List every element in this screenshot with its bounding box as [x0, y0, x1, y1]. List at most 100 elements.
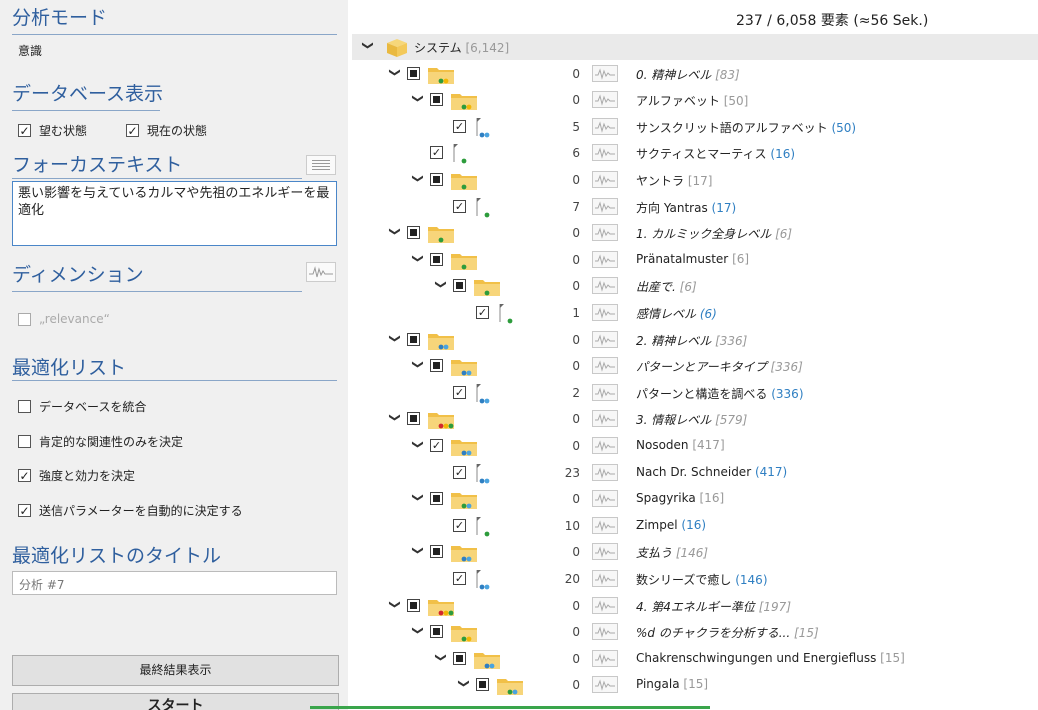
final-results-button[interactable]: 最終結果表示: [12, 655, 339, 686]
chevron-down-icon[interactable]: ❯: [412, 93, 425, 105]
waveform-icon[interactable]: [592, 623, 618, 641]
waveform-icon[interactable]: [592, 304, 618, 321]
tree-checkbox[interactable]: [430, 359, 443, 373]
tree-row[interactable]: ✓ 6 サクティスとマーティス (16): [352, 140, 1038, 166]
waveform-icon[interactable]: [592, 383, 618, 401]
waveform-icon[interactable]: [592, 649, 618, 667]
chevron-down-icon[interactable]: ❯: [412, 439, 425, 451]
tree-checkbox[interactable]: [430, 625, 443, 639]
waveform-icon[interactable]: [592, 516, 618, 534]
tree-checkbox[interactable]: [430, 545, 443, 559]
checkbox-relevance[interactable]: „relevance“: [18, 312, 110, 326]
checkbox-icon[interactable]: ✓: [18, 504, 31, 517]
tree-row[interactable]: ✓ 7 方向 Yantras (17): [352, 194, 1038, 220]
checkbox-positive-only[interactable]: 肯定的な関連性のみを決定: [18, 433, 183, 450]
tree-row[interactable]: ✓ 1 感情レベル (6): [352, 300, 1038, 326]
chevron-down-icon[interactable]: ❯: [458, 678, 471, 690]
chevron-down-icon[interactable]: ❯: [412, 173, 425, 185]
analysis-mode-value[interactable]: 意識: [18, 42, 42, 59]
chevron-down-icon[interactable]: ❯: [389, 66, 402, 78]
tree-row[interactable]: ✓ 5 サンスクリット語のアルファベット (50): [352, 114, 1038, 140]
waveform-icon[interactable]: [592, 437, 618, 454]
opt-list-name-input[interactable]: 分析 #7: [12, 571, 337, 595]
tree-checkbox[interactable]: [430, 93, 443, 107]
waveform-icon[interactable]: [592, 676, 618, 694]
checkbox-icon[interactable]: [18, 435, 31, 448]
tree-row[interactable]: ❯ ✓ 0 Nosoden [417]: [352, 433, 1038, 459]
checkbox-intensity[interactable]: ✓ 強度と効力を決定: [18, 467, 135, 484]
waveform-icon[interactable]: [592, 144, 618, 162]
list-icon[interactable]: [306, 155, 336, 175]
waveform-icon[interactable]: [592, 64, 618, 82]
waveform-icon[interactable]: [592, 596, 618, 614]
tree-row[interactable]: ❯ システム [6,142]: [352, 34, 1038, 60]
waveform-icon[interactable]: [592, 224, 618, 242]
tree-checkbox[interactable]: ✓: [453, 199, 466, 213]
tree-row[interactable]: ❯ 0 4. 第4エネルギー準位 [197]: [352, 593, 1038, 619]
tree-row[interactable]: ❯ 0 Spagyrika [16]: [352, 486, 1038, 512]
waveform-icon[interactable]: [592, 490, 618, 508]
waveform-icon[interactable]: [592, 117, 618, 135]
checkbox-icon[interactable]: [18, 400, 31, 413]
tree-row[interactable]: ✓ 23 Nach Dr. Schneider (417): [352, 460, 1038, 486]
chevron-down-icon[interactable]: ❯: [389, 226, 402, 238]
tree-checkbox[interactable]: [453, 279, 466, 293]
checkbox-icon[interactable]: ✓: [18, 469, 31, 482]
chevron-down-icon[interactable]: ❯: [435, 279, 448, 291]
waveform-icon[interactable]: [592, 277, 618, 295]
waveform-icon[interactable]: [592, 250, 618, 268]
tree-row[interactable]: ✓ 20 数シリーズで癒し (146): [352, 566, 1038, 592]
tree-row[interactable]: ❯ 0 ヤントラ [17]: [352, 167, 1038, 193]
waveform-icon[interactable]: [592, 570, 618, 587]
tree-row[interactable]: ❯ 0 2. 精神レベル [336]: [352, 327, 1038, 353]
waveform-icon[interactable]: [306, 262, 336, 282]
checkbox-desired-state[interactable]: ✓ 望む状態: [18, 122, 87, 139]
tree-checkbox[interactable]: [407, 332, 420, 346]
tree-checkbox[interactable]: ✓: [453, 119, 466, 133]
tree-checkbox[interactable]: ✓: [453, 572, 466, 585]
checkbox-icon[interactable]: ✓: [18, 124, 31, 137]
tree-row[interactable]: ❯ 0 支払う [146]: [352, 539, 1038, 565]
waveform-icon[interactable]: [592, 91, 618, 109]
chevron-down-icon[interactable]: ❯: [389, 412, 402, 424]
tree-checkbox[interactable]: [407, 598, 420, 612]
tree-checkbox[interactable]: [430, 492, 443, 506]
tree-row[interactable]: ❯ 0 パターンとアーキタイプ [336]: [352, 353, 1038, 379]
tree-row[interactable]: ❯ 0 Pränatalmuster [6]: [352, 247, 1038, 273]
tree-checkbox[interactable]: ✓: [453, 518, 466, 532]
tree-checkbox[interactable]: [430, 252, 443, 266]
chevron-down-icon[interactable]: ❯: [412, 252, 425, 264]
tree-checkbox[interactable]: [407, 66, 420, 80]
tree-checkbox[interactable]: [407, 226, 420, 240]
waveform-icon[interactable]: [592, 410, 618, 428]
chevron-down-icon[interactable]: ❯: [412, 625, 425, 637]
tree-row[interactable]: ❯ 0 3. 情報レベル [579]: [352, 406, 1038, 432]
chevron-down-icon[interactable]: ❯: [389, 598, 402, 610]
chevron-down-icon[interactable]: ❯: [435, 651, 448, 663]
tree-row[interactable]: ❯ 0 出産で. [6]: [352, 273, 1038, 299]
tree-checkbox[interactable]: [407, 412, 420, 426]
tree-checkbox[interactable]: ✓: [453, 465, 466, 479]
tree-row[interactable]: ✓ 10 Zimpel (16): [352, 513, 1038, 539]
tree-row[interactable]: ❯ 0 アルファベット [50]: [352, 87, 1038, 113]
tree-row[interactable]: ✓ 2 パターンと構造を調べる (336): [352, 380, 1038, 406]
tree-checkbox[interactable]: [476, 678, 489, 692]
waveform-icon[interactable]: [592, 197, 618, 215]
tree-row[interactable]: ❯ 0 Chakrenschwingungen und Energiefluss…: [352, 646, 1038, 672]
tree-row[interactable]: ❯ 0 %d のチャクラを分析する... [15]: [352, 619, 1038, 645]
checkbox-auto-params[interactable]: ✓ 送信パラメーターを自動的に決定する: [18, 502, 243, 519]
tree-row[interactable]: ❯ 0 Pingala [15]: [352, 672, 1038, 698]
tree-row[interactable]: ❯ 0 1. カルミック全身レベル [6]: [352, 220, 1038, 246]
chevron-down-icon[interactable]: ❯: [412, 545, 425, 557]
tree-row[interactable]: ❯ 0 0. 精神レベル [83]: [352, 61, 1038, 87]
checkbox-icon[interactable]: ✓: [126, 124, 139, 137]
tree-checkbox[interactable]: ✓: [453, 385, 466, 399]
chevron-down-icon[interactable]: ❯: [412, 359, 425, 371]
tree-checkbox[interactable]: ✓: [430, 146, 443, 160]
waveform-icon[interactable]: [592, 357, 618, 375]
checkbox-merge-db[interactable]: データベースを統合: [18, 398, 146, 415]
waveform-icon[interactable]: [592, 330, 618, 348]
tree-checkbox[interactable]: ✓: [476, 306, 489, 319]
waveform-icon[interactable]: [592, 463, 618, 481]
tree-checkbox[interactable]: ✓: [430, 439, 443, 452]
